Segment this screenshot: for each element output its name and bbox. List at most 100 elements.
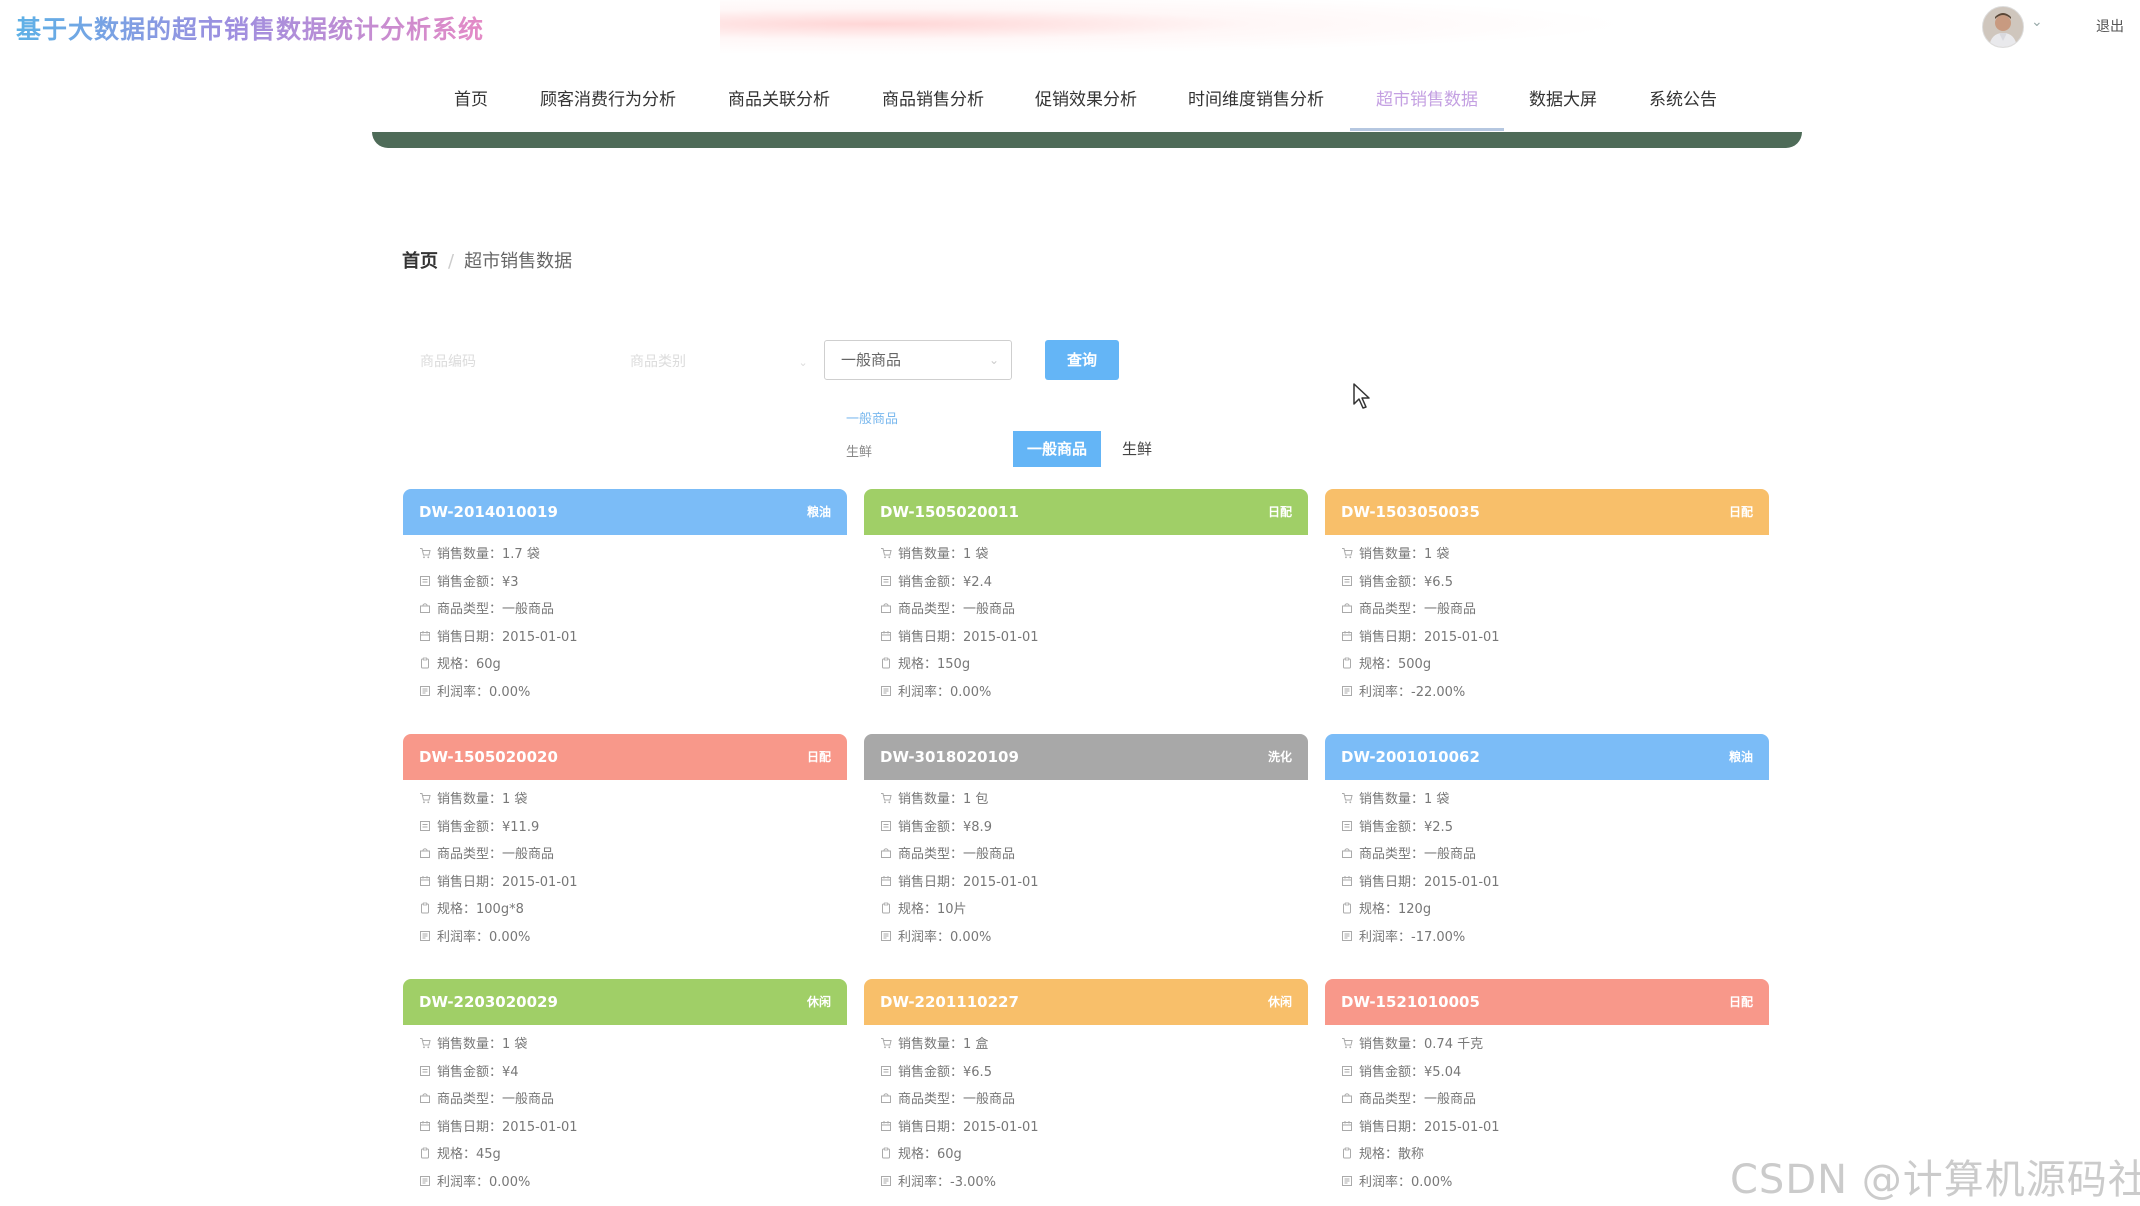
product-code-input[interactable]: 商品编码 [420,351,476,371]
product-type-selected: 一般商品 [841,351,902,369]
clipboard-icon [1341,657,1353,669]
card-field-amount: 销售金额：¥6.5 [1325,569,1769,597]
card-header: DW-2014010019 粮油 [403,489,847,535]
card-field-amount: 销售金额：¥2.4 [864,569,1308,597]
field-label: 销售日期： [898,629,964,645]
field-label: 商品类型： [1359,1092,1425,1108]
product-code: DW-1505020020 [419,748,558,766]
field-value: 0.00% [489,684,531,700]
card-field-type: 商品类型：一般商品 [403,596,847,624]
sales-card[interactable]: DW-2014010019 粮油 销售数量：1.7 袋销售金额：¥3 商品类型：一般商… [403,489,847,709]
chevron-down-icon: ⌄ [798,356,808,369]
nav-item-supermarket-sales[interactable]: 超市销售数据 [1376,80,1478,120]
nav-item-announcements[interactable]: 系统公告 [1649,80,1717,120]
card-field-date: 销售日期：2015-01-01 [403,624,847,652]
nav-active-underline [1350,128,1504,131]
product-code: DW-1503050035 [1341,503,1480,521]
field-label: 销售金额： [437,574,503,590]
sales-card[interactable]: DW-1503050035 日配 销售数量：1 袋销售金额：¥6.5 商品类型：一般商… [1325,489,1769,709]
field-value: 1 盒 [963,1037,989,1052]
card-header: DW-1505020011 日配 [864,489,1308,535]
note-icon [1341,1175,1353,1187]
receipt-icon [880,1065,892,1077]
card-field-qty: 销售数量：1 袋 [864,541,1308,569]
chevron-down-icon[interactable]: ⌄ [2031,14,2043,30]
card-field-amount: 销售金额：¥8.9 [864,814,1308,842]
card-field-qty: 销售数量：1 盒 [864,1031,1308,1059]
field-label: 销售日期： [437,1119,503,1135]
field-label: 商品类型： [437,847,503,863]
card-field-spec: 规格：100g*8 [403,896,847,924]
query-button[interactable]: 查询 [1045,340,1119,380]
note-icon [419,930,431,942]
field-label: 规格： [437,657,477,673]
field-label: 销售日期： [437,874,503,890]
segment-fresh[interactable]: 生鲜 [1122,431,1152,467]
sales-card[interactable]: DW-2001010062 粮油 销售数量：1 袋销售金额：¥2.5 商品类型：一般商… [1325,734,1769,954]
product-category-select[interactable]: 商品类别 ⌄ [630,351,808,371]
field-value: 1 袋 [502,792,528,807]
field-label: 商品类型： [1359,847,1425,863]
nav-item-data-screen[interactable]: 数据大屏 [1529,80,1597,120]
receipt-icon [419,575,431,587]
field-label: 销售数量： [898,1037,964,1052]
sales-card[interactable]: DW-2201110227 休闲 销售数量：1 盒销售金额：¥6.5 商品类型：一般商… [864,979,1308,1199]
clipboard-icon [419,902,431,914]
nav-item-product-sales[interactable]: 商品销售分析 [882,80,984,120]
product-code: DW-3018020109 [880,748,1019,766]
field-value: 2015-01-01 [1424,1119,1500,1135]
nav-item-customer-behavior[interactable]: 顾客消费行为分析 [540,80,676,120]
sales-card[interactable]: DW-2203020029 休闲 销售数量：1 袋销售金额：¥4 商品类型：一般商品销… [403,979,847,1199]
dropdown-option-general[interactable]: 一般商品 [846,408,898,427]
chevron-down-icon: ⌄ [988,353,999,367]
bag-icon [419,847,431,859]
dropdown-option-fresh[interactable]: 生鲜 [846,441,872,460]
field-value: 0.00% [950,684,992,700]
user-avatar-icon[interactable] [1982,6,2024,48]
nav-item-product-association[interactable]: 商品关联分析 [728,80,830,120]
note-icon [880,930,892,942]
field-label: 销售日期： [437,629,503,645]
nav-item-time-dimension[interactable]: 时间维度销售分析 [1188,80,1324,120]
nav-item-promotion-effect[interactable]: 促销效果分析 [1035,80,1137,120]
card-body: 销售数量：1 袋销售金额：¥2.4 商品类型：一般商品 销售日期：2015-01-0… [864,535,1308,707]
nav-item-home[interactable]: 首页 [454,80,488,120]
field-label: 销售金额： [437,1064,503,1080]
site-title: 基于大数据的超市销售数据统计分析系统 [16,10,484,46]
field-label: 销售数量： [1359,1037,1425,1052]
field-value: 10片 [937,902,967,918]
field-value: 2015-01-01 [502,874,578,890]
clipboard-icon [880,657,892,669]
sales-card[interactable]: DW-3018020109 洗化 销售数量：1 包销售金额：¥8.9 商品类型：一般商… [864,734,1308,954]
calendar-icon [880,630,892,642]
breadcrumb-home[interactable]: 首页 [402,251,438,272]
product-type-select[interactable]: 一般商品 ⌄ [824,340,1012,380]
calendar-icon [1341,1120,1353,1132]
sales-card[interactable]: DW-1505020020 日配 销售数量：1 袋销售金额：¥11.9 商品类型：一般… [403,734,847,954]
field-value: 一般商品 [1424,602,1477,618]
field-label: 商品类型： [437,1092,503,1108]
field-label: 规格： [1359,1147,1399,1163]
field-label: 商品类型： [898,1092,964,1108]
card-field-amount: 销售金额：¥4 [403,1059,847,1087]
segment-general[interactable]: 一般商品 [1013,431,1101,467]
field-label: 销售数量： [437,1037,503,1052]
sales-card[interactable]: DW-1521010005 日配 销售数量：0.74 千克 销售金额：¥5.04 商品类… [1325,979,1769,1199]
cart-icon [880,547,892,559]
cart-icon [880,1037,892,1049]
field-value: 1 包 [963,792,989,807]
sales-card[interactable]: DW-1505020011 日配 销售数量：1 袋销售金额：¥2.4 商品类型：一般商… [864,489,1308,709]
card-field-type: 商品类型：一般商品 [403,1086,847,1114]
card-body: 销售数量：1 袋销售金额：¥4 商品类型：一般商品 销售日期：2015-01-01 规… [403,1025,847,1197]
card-field-type: 商品类型：一般商品 [1325,1086,1769,1114]
receipt-icon [1341,1065,1353,1077]
field-label: 销售金额： [437,819,503,835]
logout-link[interactable]: 退出 [2096,16,2124,36]
card-field-qty: 销售数量：1 袋 [403,786,847,814]
product-code: DW-2001010062 [1341,748,1480,766]
bag-icon [880,602,892,614]
field-value: 2015-01-01 [963,874,1039,890]
field-label: 销售金额： [898,819,964,835]
field-value: 一般商品 [963,847,1016,863]
field-label: 销售数量： [1359,792,1425,807]
